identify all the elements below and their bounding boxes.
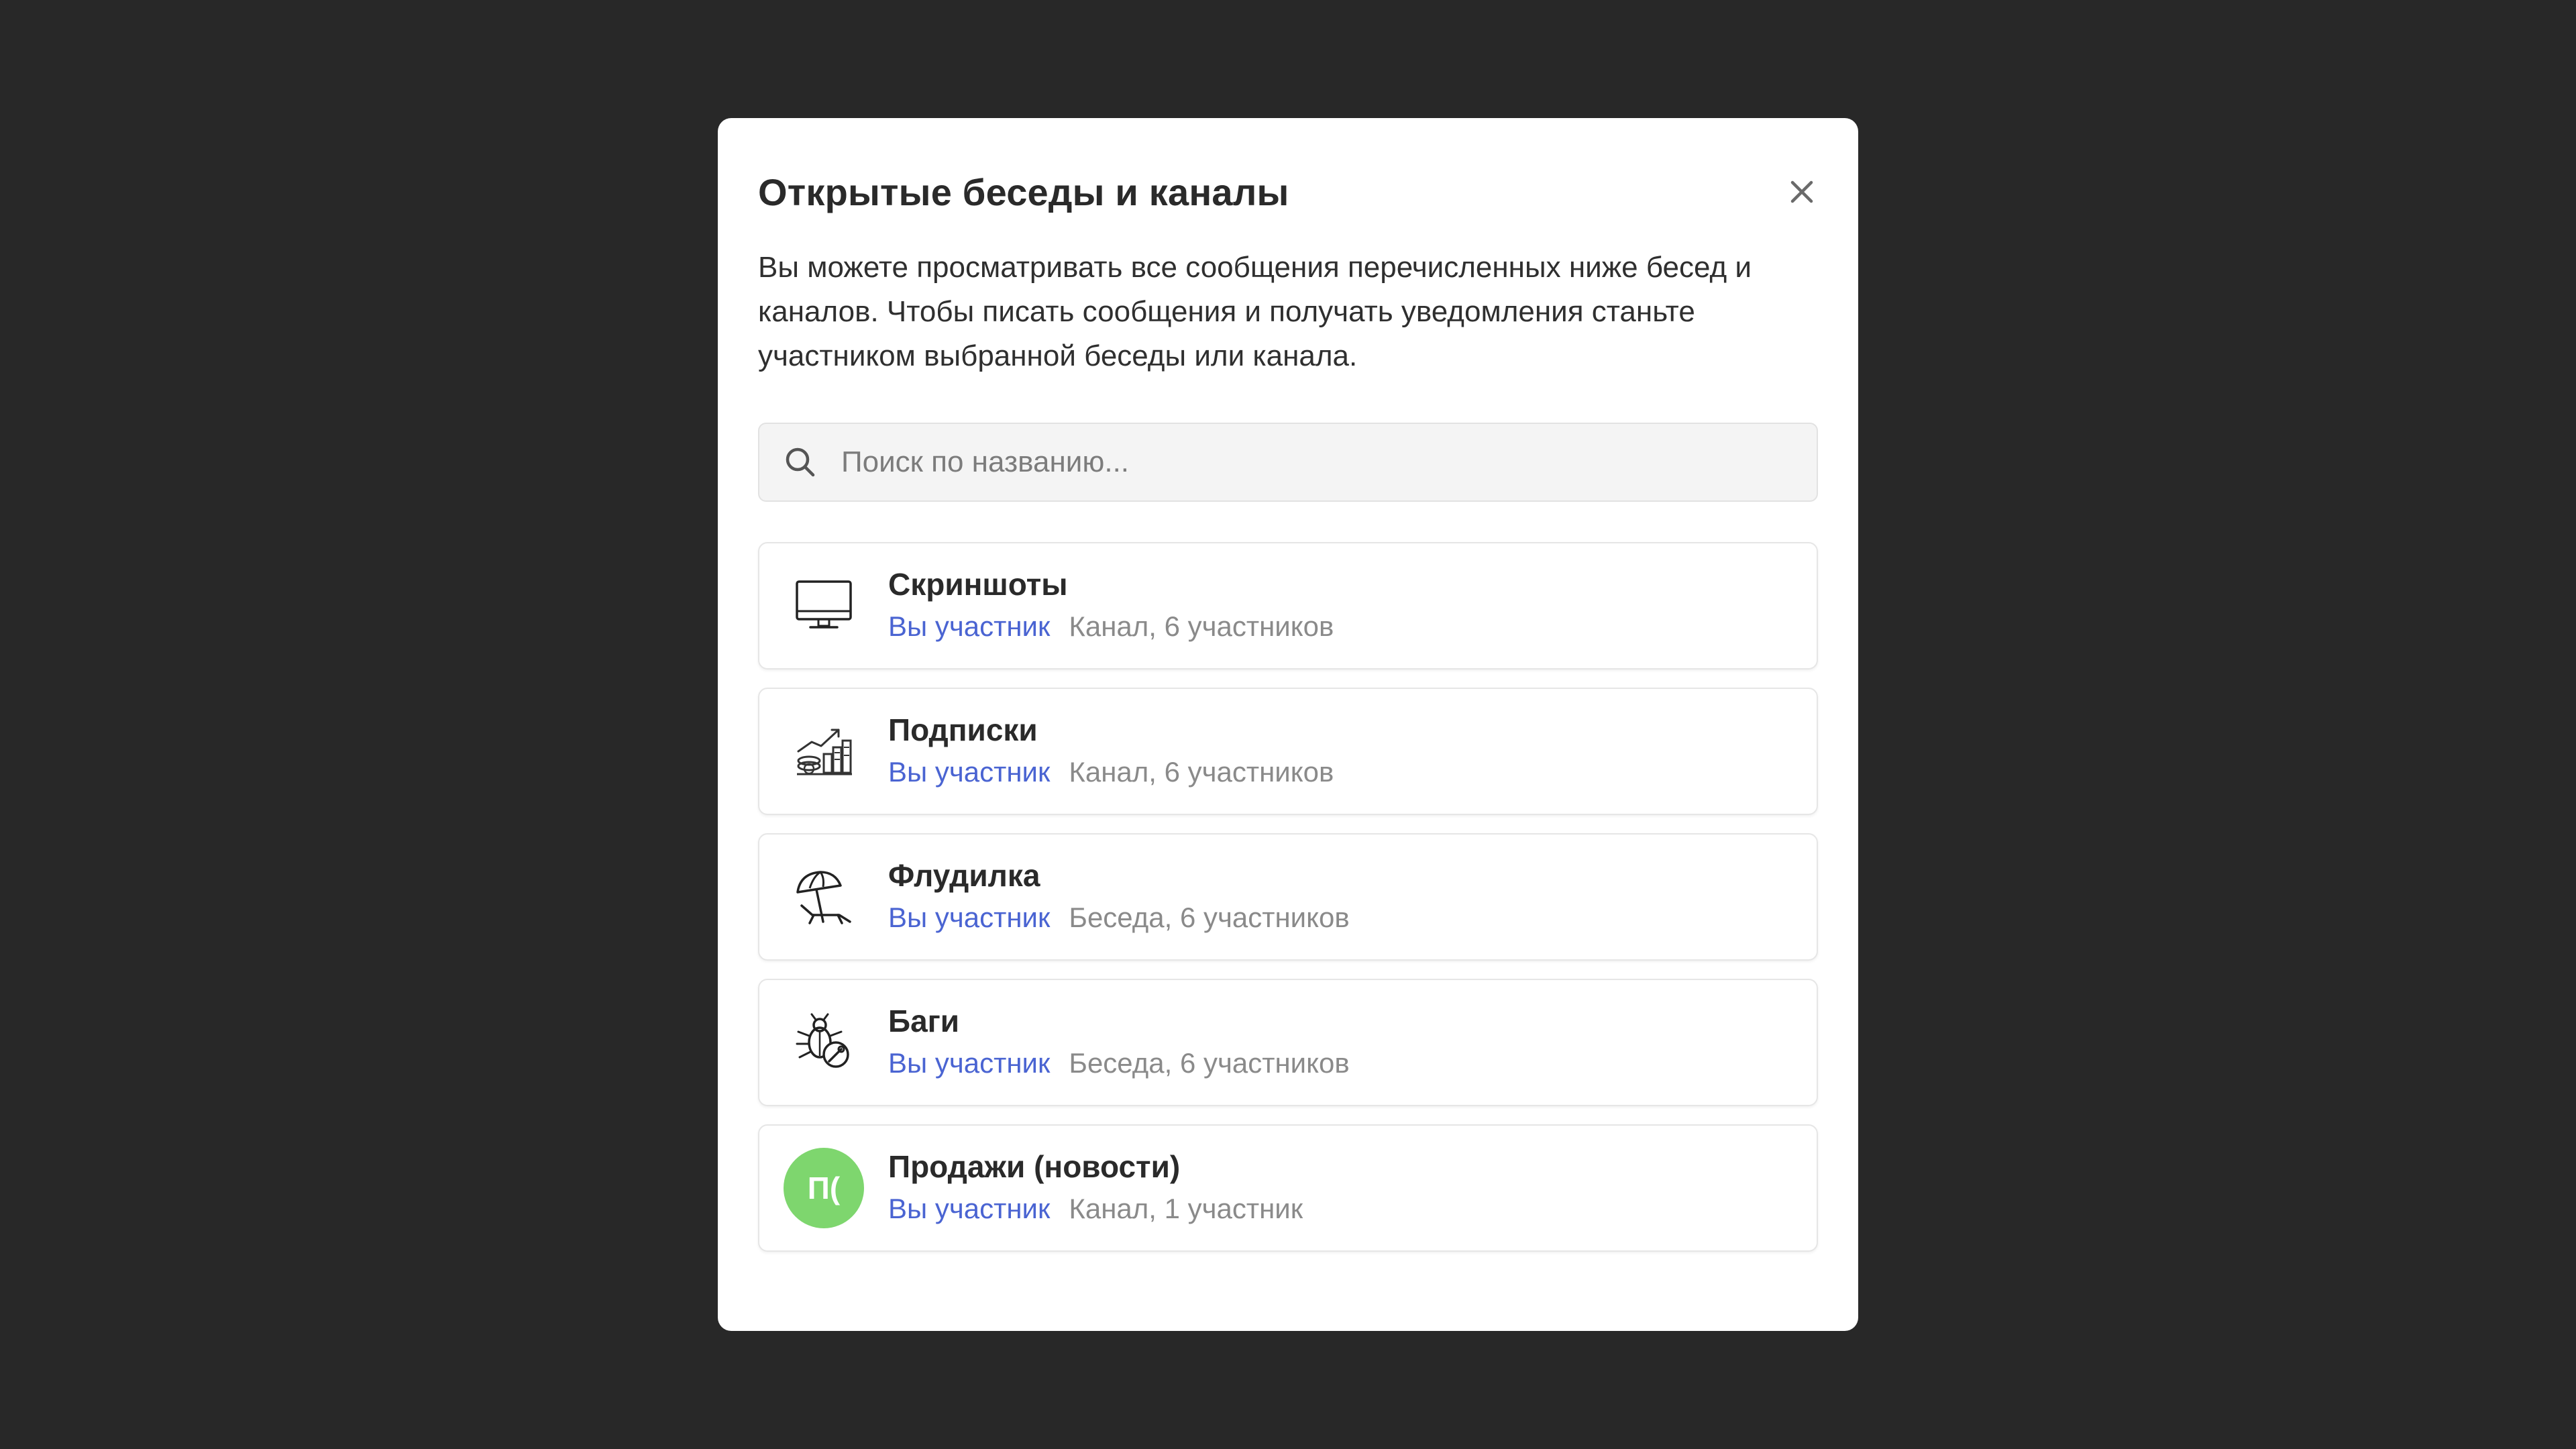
item-icon-wrap: П( xyxy=(759,1126,888,1250)
item-name: Подписки xyxy=(888,712,1038,747)
search-icon xyxy=(786,447,815,477)
item-name: Баги xyxy=(888,1004,960,1038)
item-text: Флудилка Вы участник Беседа, 6 участнико… xyxy=(888,855,1350,939)
member-badge: Вы участник xyxy=(888,610,1051,642)
monitor-icon xyxy=(796,580,852,629)
item-info: Беседа, 6 участников xyxy=(1069,902,1350,933)
modal-description: Вы можете просматривать все сообщения пе… xyxy=(758,251,1752,372)
item-icon-wrap xyxy=(759,543,888,668)
member-badge: Вы участник xyxy=(888,902,1051,933)
item-meta: Вы участник Канал, 1 участник xyxy=(888,1187,1303,1230)
item-meta: Вы участник Канал, 6 участников xyxy=(888,605,1334,648)
item-text: Скриншоты Вы участник Канал, 6 участнико… xyxy=(888,564,1334,648)
member-badge: Вы участник xyxy=(888,1193,1051,1224)
modal-title: Открытые беседы и каналы xyxy=(758,170,1289,213)
modal-header: Открытые беседы и каналы xyxy=(758,158,1818,225)
item-icon-wrap xyxy=(759,835,888,959)
item-meta: Вы участник Канал, 6 участников xyxy=(888,751,1334,794)
avatar: П( xyxy=(784,1148,864,1228)
item-info: Канал, 6 участников xyxy=(1069,756,1334,788)
item-text: Продажи (новости) Вы участник Канал, 1 у… xyxy=(888,1146,1303,1230)
list-item-sales-news[interactable]: П( Продажи (новости) Вы участник Канал, … xyxy=(758,1124,1818,1252)
item-icon-wrap xyxy=(759,980,888,1105)
list-item-subscriptions[interactable]: Подписки Вы участник Канал, 6 участников xyxy=(758,688,1818,815)
close-button[interactable] xyxy=(1778,168,1826,216)
item-name: Продажи (новости) xyxy=(888,1149,1181,1184)
list-item-screenshots[interactable]: Скриншоты Вы участник Канал, 6 участнико… xyxy=(758,542,1818,669)
open-chats-modal: Открытые беседы и каналы Вы можете просм… xyxy=(718,118,1858,1331)
item-meta: Вы участник Беседа, 6 участников xyxy=(888,896,1350,939)
list-item-flood[interactable]: Флудилка Вы участник Беседа, 6 участнико… xyxy=(758,833,1818,961)
search-input[interactable] xyxy=(841,424,1817,500)
item-info: Канал, 1 участник xyxy=(1069,1193,1303,1224)
member-badge: Вы участник xyxy=(888,756,1051,788)
bug-icon xyxy=(796,1013,849,1068)
item-text: Баги Вы участник Беседа, 6 участников xyxy=(888,1000,1350,1085)
growth-chart-icon xyxy=(797,729,852,775)
item-name: Флудилка xyxy=(888,858,1040,893)
member-badge: Вы участник xyxy=(888,1047,1051,1079)
beach-umbrella-icon xyxy=(796,871,851,924)
item-meta: Вы участник Беседа, 6 участников xyxy=(888,1042,1350,1085)
item-name: Скриншоты xyxy=(888,567,1068,602)
list-item-bugs[interactable]: Баги Вы участник Беседа, 6 участников xyxy=(758,979,1818,1106)
search-box[interactable] xyxy=(758,423,1818,502)
item-icon-wrap xyxy=(759,689,888,814)
item-info: Беседа, 6 участников xyxy=(1069,1047,1350,1079)
chat-list: Скриншоты Вы участник Канал, 6 участнико… xyxy=(758,542,1818,1270)
item-info: Канал, 6 участников xyxy=(1069,610,1334,642)
item-text: Подписки Вы участник Канал, 6 участников xyxy=(888,709,1334,794)
search-icon-wrap xyxy=(759,424,841,500)
close-icon xyxy=(1790,180,1813,203)
